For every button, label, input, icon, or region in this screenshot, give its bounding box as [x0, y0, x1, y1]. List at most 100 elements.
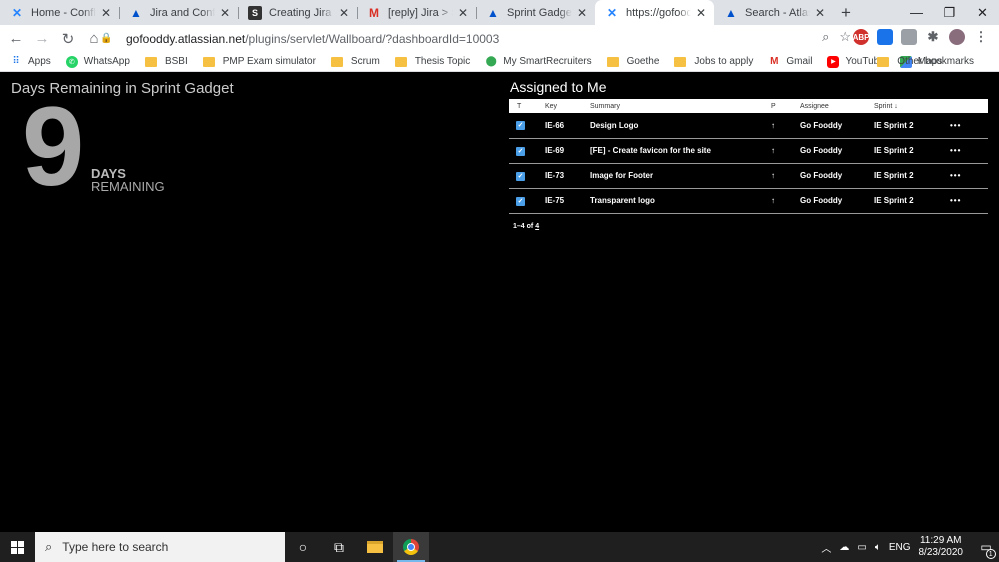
column-header-type[interactable]: T	[509, 99, 545, 113]
browser-tab[interactable]: ▲ Jira and Confluence ✕	[119, 0, 238, 25]
puzzle-extensions-icon[interactable]: ✱	[925, 29, 941, 45]
bookmark-folder[interactable]: Thesis Topic	[394, 56, 470, 67]
row-actions-icon[interactable]: •••	[950, 113, 988, 138]
grid-extension-icon[interactable]	[901, 29, 917, 45]
issue-key-link[interactable]: IE-73	[545, 163, 590, 188]
browser-tab[interactable]: M [reply] Jira > Sprint ✕	[357, 0, 476, 25]
row-actions-icon[interactable]: •••	[950, 188, 988, 213]
table-header-row: T Key Summary P Assignee Sprint ↓	[509, 99, 988, 113]
notifications-icon[interactable]: ▭ 1	[973, 532, 999, 562]
minimize-icon[interactable]: —	[900, 0, 933, 25]
bookmark-star-icon[interactable]: ☆	[839, 29, 851, 45]
column-header-key[interactable]: Key	[545, 99, 590, 113]
browser-tab-strip: ✕ Home - Confluence ✕ ▲ Jira and Conflue…	[0, 0, 999, 25]
task-type-icon: ✓	[516, 146, 525, 156]
atlassian-icon: ▲	[487, 5, 499, 20]
s-icon: S	[248, 5, 262, 20]
bookmark-gmail[interactable]: M Gmail	[768, 56, 812, 68]
profile-avatar[interactable]	[949, 29, 965, 45]
bookmark-folder[interactable]: Jobs to apply	[674, 56, 753, 67]
zoom-search-icon[interactable]: ⌕	[822, 29, 829, 45]
address-bar[interactable]: 🔒 gofooddy.atlassian.net/plugins/servlet…	[100, 27, 852, 50]
task-view-icon[interactable]: ⧉	[321, 532, 357, 562]
bookmark-folder[interactable]: Goethe	[606, 56, 659, 67]
days-remaining-number: 9	[22, 84, 84, 209]
close-tab-icon[interactable]: ✕	[456, 6, 470, 20]
folder-icon	[674, 56, 687, 67]
cortana-icon[interactable]: ○	[285, 532, 321, 562]
browser-tab[interactable]: ▲ Search - Atlassian ✕	[714, 0, 833, 25]
pagination-info: 1–4 of 4	[513, 223, 540, 230]
issue-summary-link[interactable]: Image for Footer	[590, 163, 771, 188]
chrome-taskbar-icon[interactable]	[393, 532, 429, 562]
restore-icon[interactable]: ❐	[933, 0, 966, 25]
chevron-up-icon[interactable]: ︿	[821, 540, 831, 555]
row-actions-icon[interactable]: •••	[950, 138, 988, 163]
start-button[interactable]	[0, 532, 35, 562]
bookmark-folder[interactable]: BSBI	[144, 56, 188, 67]
browser-tab-active[interactable]: ✕ https://gofooddy.atlassian ✕	[595, 0, 714, 25]
issue-key-link[interactable]: IE-66	[545, 113, 590, 138]
file-explorer-icon[interactable]	[357, 532, 393, 562]
assigned-gadget-title: Assigned to Me	[510, 79, 607, 95]
bookmark-folder[interactable]: PMP Exam simulator	[202, 56, 316, 67]
adblock-plus-icon[interactable]: ABP	[853, 29, 869, 45]
bookmark-whatsapp[interactable]: ✆ WhatsApp	[65, 55, 130, 68]
column-header-assignee[interactable]: Assignee	[800, 99, 874, 113]
apps-grid-icon: ⠿	[12, 56, 20, 67]
battery-icon[interactable]: ▭	[857, 542, 866, 553]
browser-tab[interactable]: ✕ Home - Confluence ✕	[0, 0, 119, 25]
language-indicator[interactable]: ENG	[889, 542, 911, 553]
table-row[interactable]: ✓ IE-73 Image for Footer ↑ Go Fooddy IE …	[509, 163, 988, 188]
column-header-summary[interactable]: Summary	[590, 99, 771, 113]
close-tab-icon[interactable]: ✕	[694, 6, 708, 20]
bookmark-folder[interactable]: Scrum	[330, 56, 380, 67]
bookmark-smartrecruiters[interactable]: ⬤ My SmartRecruiters	[485, 56, 592, 68]
bookmark-youtube[interactable]: ▶ YouTube	[827, 55, 885, 68]
gmail-icon: M	[369, 5, 379, 20]
url-text[interactable]: gofooddy.atlassian.net/plugins/servlet/W…	[126, 32, 499, 46]
folder-icon	[877, 56, 890, 67]
column-header-priority[interactable]: P	[771, 99, 800, 113]
close-tab-icon[interactable]: ✕	[813, 6, 827, 20]
bookmark-apps[interactable]: ⠿ Apps	[10, 56, 50, 68]
close-window-icon[interactable]: ✕	[966, 0, 999, 25]
more-menu-icon[interactable]: ⋮	[973, 29, 989, 45]
issue-summary-link[interactable]: Transparent logo	[590, 188, 771, 213]
tab-title: Home - Confluence	[31, 6, 96, 19]
browser-tab[interactable]: ▲ Sprint Gadget (remaining) ✕	[476, 0, 595, 25]
browser-tab[interactable]: S Creating Jira issues ✕	[238, 0, 357, 25]
table-row[interactable]: ✓ IE-75 Transparent logo ↑ Go Fooddy IE …	[509, 188, 988, 213]
column-header-sprint[interactable]: Sprint ↓	[874, 99, 950, 113]
other-bookmarks[interactable]: Other bookmarks	[877, 56, 974, 67]
new-tab-button[interactable]: +	[833, 0, 859, 25]
forward-arrow-icon[interactable]: →	[29, 25, 55, 52]
taskbar-search-box[interactable]: ⌕ Type here to search	[35, 532, 285, 562]
volume-icon[interactable]: 🔈︎	[875, 542, 881, 553]
folder-icon	[144, 56, 157, 67]
reload-icon[interactable]: ↻	[55, 25, 81, 52]
folder-icon	[394, 56, 407, 67]
onedrive-cloud-icon[interactable]: ☁	[839, 542, 849, 553]
folder-icon	[202, 56, 215, 67]
table-row[interactable]: ✓ IE-66 Design Logo ↑ Go Fooddy IE Sprin…	[509, 113, 988, 138]
issue-summary-link[interactable]: Design Logo	[590, 113, 771, 138]
issue-key-link[interactable]: IE-75	[545, 188, 590, 213]
wallboard-page: Days Remaining in Sprint Gadget 9 DAYS R…	[0, 74, 999, 532]
row-actions-icon[interactable]: •••	[950, 163, 988, 188]
close-tab-icon[interactable]: ✕	[218, 6, 232, 20]
close-tab-icon[interactable]: ✕	[575, 6, 589, 20]
issue-summary-link[interactable]: [FE] - Create favicon for the site	[590, 138, 771, 163]
atlassian-icon: ▲	[725, 5, 737, 20]
pagination-total-link[interactable]: 4	[535, 223, 539, 230]
extension-icon[interactable]	[877, 29, 893, 45]
clock[interactable]: 11:29 AM 8/23/2020	[919, 535, 964, 559]
clock-time: 11:29 AM	[919, 535, 962, 546]
close-tab-icon[interactable]: ✕	[337, 6, 351, 20]
close-tab-icon[interactable]: ✕	[99, 6, 113, 20]
tab-title: Sprint Gadget (remaining)	[507, 6, 572, 19]
table-row[interactable]: ✓ IE-69 [FE] - Create favicon for the si…	[509, 138, 988, 163]
search-icon: ⌕	[45, 539, 53, 554]
back-arrow-icon[interactable]: ←	[3, 25, 29, 52]
issue-key-link[interactable]: IE-69	[545, 138, 590, 163]
